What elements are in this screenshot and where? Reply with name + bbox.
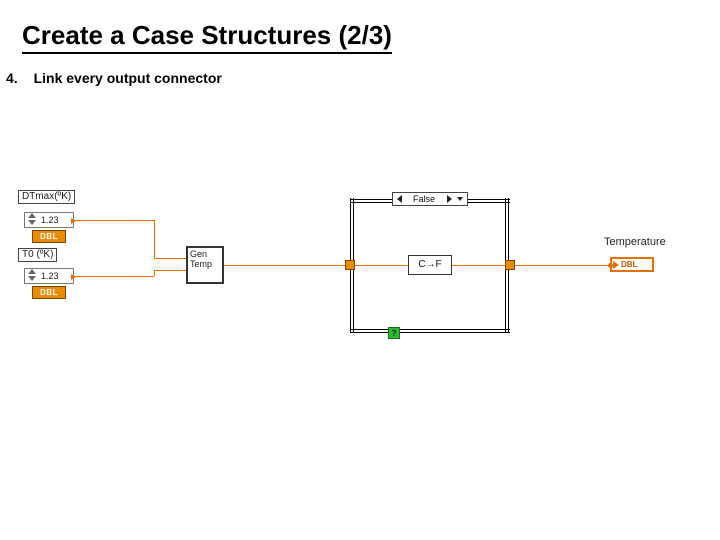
case-selector[interactable]: False (392, 192, 468, 206)
output-tunnel[interactable] (505, 260, 515, 270)
wire (515, 265, 610, 266)
help-icon[interactable]: ? (388, 327, 400, 339)
output-terminal-icon (71, 274, 76, 280)
gen-temp-subvi[interactable]: Gen Temp (186, 246, 224, 284)
wire (452, 265, 505, 266)
wire (154, 258, 186, 259)
dropdown-icon[interactable] (457, 197, 463, 201)
block-diagram: DTmax(ºK) 1.23 DBL T0 (ºK) 1.23 DBL Gen … (10, 190, 710, 380)
dtmax-label: DTmax(ºK) (18, 190, 75, 204)
wire (355, 265, 408, 266)
temperature-label: Temperature (604, 236, 666, 248)
input-terminal-icon (613, 261, 619, 269)
chevron-right-icon (447, 195, 452, 203)
dtmax-numeric-control[interactable]: 1.23 (24, 212, 74, 228)
output-terminal-icon (71, 218, 76, 224)
case-next-button[interactable] (443, 193, 455, 205)
t0-numeric-control[interactable]: 1.23 (24, 268, 74, 284)
case-structure[interactable]: False C→F ? (350, 198, 510, 333)
input-tunnel[interactable] (345, 260, 355, 270)
chevron-left-icon (396, 195, 401, 203)
wire (154, 220, 155, 258)
wire-junction-icon (608, 263, 613, 268)
dtmax-value: 1.23 (41, 215, 59, 225)
wire (154, 270, 186, 271)
t0-value: 1.23 (41, 271, 59, 281)
wire (74, 220, 154, 221)
case-prev-button[interactable] (393, 193, 405, 205)
wire (224, 265, 350, 266)
case-selector-label: False (405, 194, 443, 204)
c-to-f-function[interactable]: C→F (408, 255, 452, 275)
wire (74, 276, 154, 277)
dbl-type-badge: DBL (32, 230, 66, 243)
page-title: Create a Case Structures (2/3) (22, 20, 392, 54)
spinner-icon[interactable] (26, 269, 38, 283)
spinner-icon[interactable] (26, 213, 38, 227)
t0-label: T0 (ºK) (18, 248, 57, 262)
dbl-type-badge: DBL (621, 260, 637, 269)
instruction-step: 4. Link every output connector (6, 70, 222, 86)
step-number: 4. (6, 70, 18, 86)
dbl-type-badge: DBL (32, 286, 66, 299)
temperature-indicator[interactable]: DBL (610, 257, 654, 272)
step-text: Link every output connector (34, 70, 222, 86)
